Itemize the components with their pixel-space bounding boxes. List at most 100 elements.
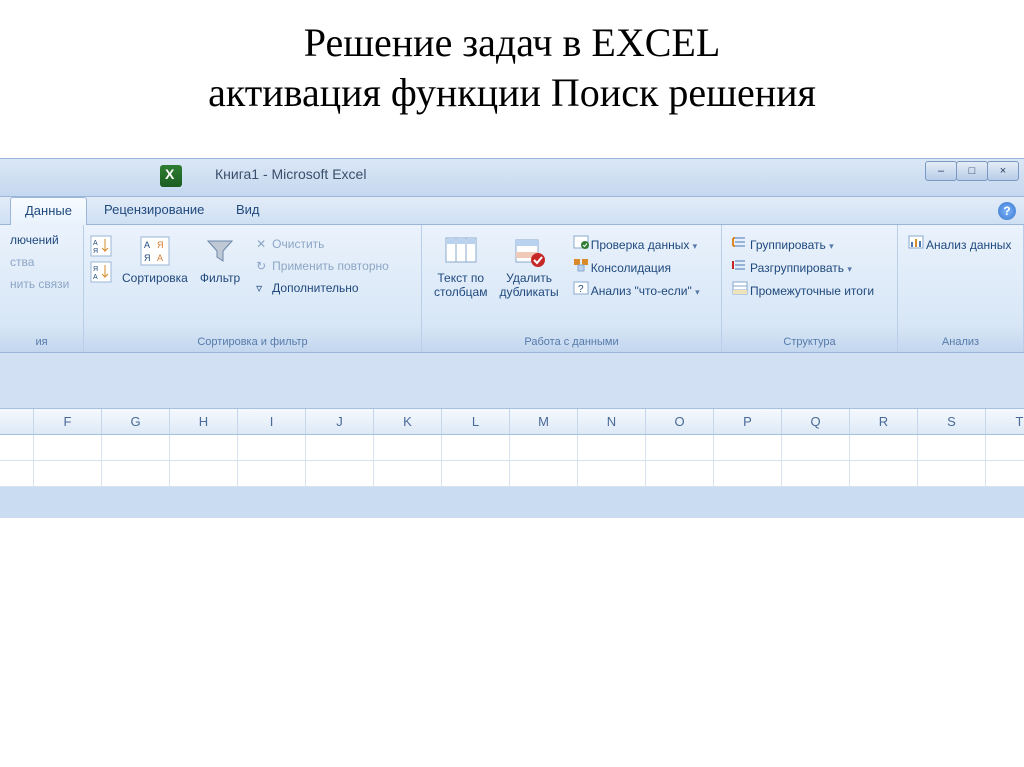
subtotal-button[interactable]: Промежуточные итоги [728, 279, 878, 302]
cell[interactable] [170, 435, 238, 461]
spreadsheet-row [0, 461, 1024, 487]
cell[interactable] [238, 461, 306, 487]
data-analysis-icon [908, 235, 926, 249]
group-analysis-label: Анализ [904, 336, 1017, 350]
spreadsheet-row [0, 435, 1024, 461]
cell[interactable] [646, 435, 714, 461]
ribbon-tabs: Данные Рецензирование Вид ? [0, 197, 1024, 225]
reapply-button: ↻Применить повторно [252, 255, 393, 277]
cell[interactable] [578, 435, 646, 461]
col-header[interactable]: O [646, 409, 714, 434]
cell[interactable] [0, 461, 34, 487]
cell[interactable] [238, 435, 306, 461]
cell[interactable] [442, 461, 510, 487]
cell[interactable] [374, 461, 442, 487]
consolidate-button[interactable]: Консолидация [569, 256, 704, 279]
tab-review[interactable]: Рецензирование [90, 197, 218, 225]
col-header[interactable]: K [374, 409, 442, 434]
remove-duplicates-button[interactable]: Удалить дубликаты [493, 229, 564, 300]
cell[interactable] [850, 461, 918, 487]
data-validation-button[interactable]: Проверка данных [569, 233, 704, 256]
col-header[interactable]: N [578, 409, 646, 434]
col-header[interactable]: T [986, 409, 1024, 434]
sort-asc-icon[interactable]: AЯ [90, 235, 112, 257]
cell[interactable] [782, 461, 850, 487]
help-icon[interactable]: ? [998, 202, 1016, 220]
col-header[interactable]: Q [782, 409, 850, 434]
titlebar: Книга1 - Microsoft Excel – □ × [0, 159, 1024, 197]
cell[interactable] [102, 435, 170, 461]
cell[interactable] [374, 435, 442, 461]
maximize-button[interactable]: □ [956, 161, 988, 181]
cell[interactable] [986, 435, 1024, 461]
col-header[interactable]: M [510, 409, 578, 434]
col-header[interactable]: L [442, 409, 510, 434]
ribbon: лючений ства нить связи ия AЯ ЯA [0, 225, 1024, 353]
slide-title-line2: активация функции Поиск решения [208, 70, 816, 115]
data-analysis-button[interactable]: Анализ данных [904, 233, 1015, 256]
close-button[interactable]: × [987, 161, 1019, 181]
remove-duplicates-icon [511, 233, 547, 269]
clear-filter-button: ✕Очистить [252, 233, 393, 255]
window-controls: – □ × [926, 161, 1019, 181]
advanced-filter-button[interactable]: ▿Дополнительно [252, 277, 393, 299]
cell[interactable] [442, 435, 510, 461]
col-header[interactable]: J [306, 409, 374, 434]
cell[interactable] [714, 435, 782, 461]
what-if-button[interactable]: ? Анализ "что-если" [569, 279, 704, 302]
cell[interactable] [578, 461, 646, 487]
group-rows-button[interactable]: Группировать [728, 233, 878, 256]
col-header[interactable]: I [238, 409, 306, 434]
cell[interactable] [850, 435, 918, 461]
group-connections-label: ия [6, 336, 77, 350]
cell[interactable] [918, 435, 986, 461]
group-sort-filter-label: Сортировка и фильтр [90, 336, 415, 350]
col-header[interactable] [0, 409, 34, 434]
cell[interactable] [306, 435, 374, 461]
group-icon [732, 235, 750, 249]
subtotal-icon [732, 281, 750, 295]
cell[interactable] [34, 461, 102, 487]
cell[interactable] [646, 461, 714, 487]
svg-text:Я: Я [157, 240, 164, 250]
col-header[interactable]: G [102, 409, 170, 434]
svg-text:Я: Я [93, 248, 98, 255]
tab-data[interactable]: Данные [10, 197, 87, 225]
sort-button[interactable]: AЯЯA Сортировка [116, 229, 194, 286]
connections-item-2: ства [6, 251, 73, 273]
svg-text:A: A [144, 240, 150, 250]
connections-item-1[interactable]: лючений [6, 229, 73, 251]
minimize-button[interactable]: – [925, 161, 957, 181]
slide-title: Решение задач в EXCEL активация функции … [0, 0, 1024, 142]
cell[interactable] [918, 461, 986, 487]
group-data-tools: Текст по столбцам Удалить дубликаты [422, 225, 722, 352]
group-outline: Группировать Разгруппировать Промежуточн… [722, 225, 898, 352]
cell[interactable] [34, 435, 102, 461]
window-title: Книга1 - Microsoft Excel [215, 166, 366, 182]
group-sort-filter: AЯ ЯA AЯЯA Сортировка [84, 225, 422, 352]
group-data-tools-label: Работа с данными [428, 336, 715, 350]
col-header[interactable]: S [918, 409, 986, 434]
cell[interactable] [986, 461, 1024, 487]
cell[interactable] [170, 461, 238, 487]
cell[interactable] [510, 461, 578, 487]
cell[interactable] [306, 461, 374, 487]
col-header[interactable]: F [34, 409, 102, 434]
svg-text:A: A [157, 253, 163, 263]
filter-button[interactable]: Фильтр [194, 229, 246, 286]
group-connections: лючений ства нить связи ия [0, 225, 84, 352]
tab-view[interactable]: Вид [222, 197, 274, 225]
cell[interactable] [714, 461, 782, 487]
ungroup-button[interactable]: Разгруппировать [728, 256, 878, 279]
filter-label: Фильтр [200, 272, 240, 286]
col-header[interactable]: R [850, 409, 918, 434]
text-to-columns-button[interactable]: Текст по столбцам [428, 229, 493, 300]
cell[interactable] [510, 435, 578, 461]
data-validation-icon [573, 235, 591, 249]
cell[interactable] [102, 461, 170, 487]
sort-desc-icon[interactable]: ЯA [90, 261, 112, 283]
cell[interactable] [782, 435, 850, 461]
col-header[interactable]: P [714, 409, 782, 434]
cell[interactable] [0, 435, 34, 461]
col-header[interactable]: H [170, 409, 238, 434]
